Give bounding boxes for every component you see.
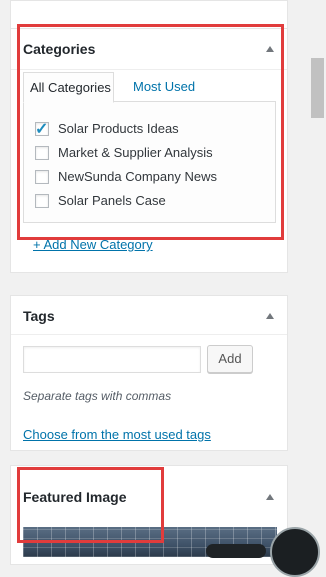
category-label: NewSunda Company News — [58, 169, 217, 184]
categories-panel: Categories All Categories Most Used ✓ So… — [10, 0, 288, 273]
category-label: Market & Supplier Analysis — [58, 145, 213, 160]
scrollbar-thumb[interactable] — [311, 58, 324, 118]
category-label: Solar Panels Case — [58, 193, 166, 208]
choose-most-used-tags-link[interactable]: Choose from the most used tags — [23, 427, 211, 442]
checkbox[interactable] — [35, 194, 49, 208]
tags-header[interactable]: Tags — [11, 296, 287, 335]
scrollbar[interactable] — [309, 0, 326, 551]
tags-title: Tags — [23, 308, 55, 324]
checkbox[interactable] — [35, 146, 49, 160]
overlay-pill[interactable] — [206, 544, 266, 558]
tab-most-used[interactable]: Most Used — [127, 72, 201, 101]
tags-panel: Tags Add Separate tags with commas Choos… — [10, 295, 288, 451]
categories-header[interactable]: Categories — [11, 28, 287, 70]
tags-hint: Separate tags with commas — [23, 389, 172, 403]
featured-image-header[interactable]: Featured Image — [11, 466, 287, 524]
collapse-toggle-icon[interactable] — [266, 46, 274, 52]
checkbox[interactable] — [35, 170, 49, 184]
tag-input[interactable] — [23, 346, 201, 373]
add-new-category-link[interactable]: + Add New Category — [33, 237, 153, 252]
category-label: Solar Products Ideas — [58, 121, 179, 136]
floating-chat-icon[interactable] — [270, 527, 320, 577]
collapse-toggle-icon[interactable] — [266, 494, 274, 500]
checkbox[interactable]: ✓ — [35, 121, 49, 138]
featured-image-title: Featured Image — [23, 489, 127, 505]
collapse-toggle-icon[interactable] — [266, 313, 274, 319]
tab-all-categories[interactable]: All Categories — [23, 72, 114, 103]
checkmark-icon: ✓ — [35, 121, 49, 138]
add-tag-button[interactable]: Add — [207, 345, 253, 373]
categories-title: Categories — [23, 41, 96, 57]
category-checklist: ✓ Solar Products Ideas Market & Supplier… — [23, 101, 276, 223]
